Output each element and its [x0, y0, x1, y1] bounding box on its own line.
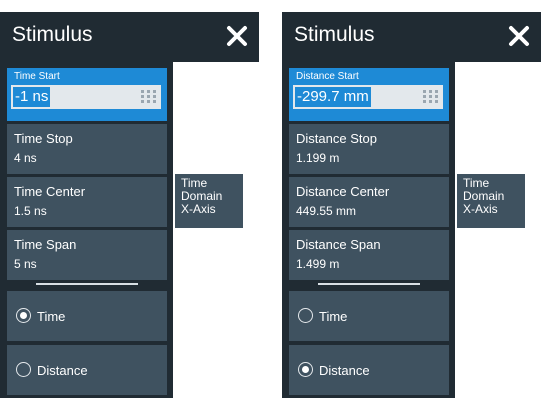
radio-distance-label: Distance [37, 363, 88, 378]
distance-stop-label: Distance Stop [296, 131, 377, 146]
radio-distance[interactable]: Distance [7, 345, 167, 395]
time-start-value: -1 ns [13, 87, 51, 107]
separator [318, 283, 420, 285]
distance-start-field[interactable]: Distance Start -299.7 mm [289, 68, 449, 121]
time-span-label: Time Span [14, 237, 77, 252]
radio-icon [298, 362, 313, 377]
time-stop-label: Time Stop [14, 131, 73, 146]
radio-icon [16, 308, 31, 323]
distance-start-label: Distance Start [296, 71, 359, 82]
distance-span-value: 1.499 m [296, 257, 340, 271]
time-center-value: 1.5 ns [14, 204, 47, 218]
distance-stop-button[interactable]: Distance Stop 1.199 m [289, 124, 449, 174]
panel-title: Stimulus [294, 23, 375, 46]
radio-time[interactable]: Time [289, 291, 449, 341]
time-center-button[interactable]: Time Center 1.5 ns [7, 177, 167, 227]
radio-time-label: Time [319, 309, 348, 324]
keypad-icon[interactable] [423, 90, 438, 109]
distance-center-value: 449.55 mm [296, 204, 357, 218]
time-start-input[interactable]: -1 ns [11, 85, 161, 109]
distance-stop-value: 1.199 m [296, 151, 340, 165]
panel-header: Stimulus [0, 12, 259, 62]
distance-center-button[interactable]: Distance Center 449.55 mm [289, 177, 449, 227]
radio-distance-label: Distance [319, 363, 370, 378]
close-icon[interactable] [507, 24, 531, 48]
time-start-field[interactable]: Time Start -1 ns [7, 68, 167, 121]
time-start-label: Time Start [14, 71, 60, 82]
time-stop-value: 4 ns [14, 151, 37, 165]
time-span-button[interactable]: Time Span 5 ns [7, 230, 167, 280]
radio-time[interactable]: Time [7, 291, 167, 341]
distance-span-label: Distance Span [296, 237, 381, 252]
radio-icon [298, 308, 313, 323]
side-line: X-Axis [463, 202, 498, 216]
side-line: X-Axis [181, 202, 216, 216]
radio-distance[interactable]: Distance [289, 345, 449, 395]
panel-header: Stimulus [282, 12, 541, 62]
time-domain-x-axis-softkey[interactable]: Time Domain X-Axis [457, 174, 525, 228]
panel-title: Stimulus [12, 23, 93, 46]
radio-time-label: Time [37, 309, 66, 324]
stimulus-panel-distance: Stimulus Distance Start -299.7 mm Distan… [282, 12, 541, 398]
radio-icon [16, 362, 31, 377]
distance-start-value: -299.7 mm [295, 87, 371, 107]
distance-span-button[interactable]: Distance Span 1.499 m [289, 230, 449, 280]
distance-start-input[interactable]: -299.7 mm [293, 85, 443, 109]
time-stop-button[interactable]: Time Stop 4 ns [7, 124, 167, 174]
close-icon[interactable] [225, 24, 249, 48]
time-span-value: 5 ns [14, 257, 37, 271]
keypad-icon[interactable] [141, 90, 156, 109]
time-domain-x-axis-softkey[interactable]: Time Domain X-Axis [175, 174, 243, 228]
stimulus-panel-time: Stimulus Time Start -1 ns Time Stop 4 ns [0, 12, 259, 398]
distance-center-label: Distance Center [296, 184, 390, 199]
separator [36, 283, 138, 285]
time-center-label: Time Center [14, 184, 86, 199]
